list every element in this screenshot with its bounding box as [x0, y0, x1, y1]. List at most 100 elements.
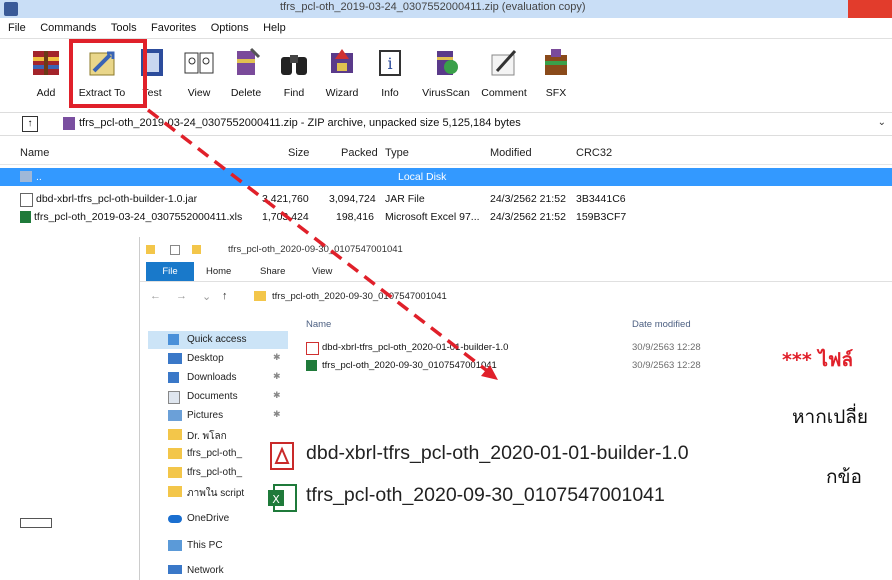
column-size[interactable]: Size — [288, 147, 309, 159]
star-icon — [168, 334, 179, 345]
table-row[interactable]: dbd-xbrl-tfrs_pcl-oth-builder-1.0.jar 3,… — [0, 190, 892, 208]
pin-icon[interactable]: ✱ — [273, 371, 281, 382]
pin-icon[interactable]: ✱ — [273, 390, 281, 401]
menu-file[interactable]: File — [0, 19, 31, 34]
delete-button[interactable]: Delete — [220, 45, 272, 99]
sfx-icon — [539, 45, 573, 79]
menu-commands[interactable]: Commands — [35, 19, 101, 34]
binoculars-icon — [277, 45, 311, 79]
pin-icon[interactable]: ✱ — [273, 352, 281, 363]
find-button[interactable]: Find — [268, 45, 320, 99]
pdf-file-icon — [270, 442, 294, 470]
zoomed-file-builder: dbd-xbrl-tfrs_pcl-oth_2020-01-01-builder… — [258, 440, 818, 472]
svg-text:X: X — [272, 493, 280, 506]
cloud-icon — [168, 515, 182, 523]
wizard-icon — [325, 45, 359, 79]
forward-icon[interactable]: → — [176, 290, 187, 302]
up-arrow-icon[interactable]: ↑ — [222, 290, 228, 302]
folder-icon — [168, 448, 182, 459]
explorer-path[interactable]: tfrs_pcl-oth_2020-09-30_0107547001041 — [272, 291, 447, 302]
menu-help[interactable]: Help — [258, 19, 291, 34]
computer-icon — [168, 540, 182, 551]
pin-icon[interactable]: ✱ — [273, 409, 281, 420]
menu-tools[interactable]: Tools — [106, 19, 142, 34]
chevron-down-icon[interactable]: ⌄ — [878, 117, 886, 128]
column-packed[interactable]: Packed — [341, 147, 378, 159]
title-bar: tfrs_pcl-oth_2019-03-24_0307552000411.zi… — [0, 0, 892, 18]
virusscan-button[interactable]: VirusScan — [420, 45, 472, 99]
menu-options[interactable]: Options — [206, 19, 254, 34]
nav-pictures[interactable]: Pictures ✱ — [148, 407, 288, 425]
network-icon — [168, 565, 182, 574]
nav-downloads[interactable]: Downloads ✱ — [148, 369, 288, 387]
winrar-app-icon[interactable] — [4, 2, 18, 16]
table-row[interactable]: tfrs_pcl-oth_2019-03-24_0307552000411.xl… — [0, 208, 892, 226]
download-arrow-icon — [168, 372, 179, 383]
address-bar: ↑ tfrs_pcl-oth_2019-03-24_0307552000411.… — [0, 112, 892, 136]
nav-documents[interactable]: Documents ✱ — [148, 388, 288, 406]
column-date-modified[interactable]: Date modified — [632, 319, 691, 330]
zoomed-file-xls: X tfrs_pcl-oth_2020-09-30_0107547001041 — [258, 482, 818, 514]
add-archive-icon — [29, 45, 63, 79]
tab-view[interactable]: View — [312, 266, 332, 277]
column-crc32[interactable]: CRC32 — [576, 147, 612, 159]
column-type[interactable]: Type — [385, 147, 409, 159]
svg-text:i: i — [387, 54, 392, 73]
tab-home[interactable]: Home — [206, 266, 231, 277]
nav-this-pc[interactable]: This PC — [148, 537, 288, 555]
comment-pen-icon — [487, 45, 521, 79]
quick-access-toolbar: tfrs_pcl-oth_2020-09-30_0107547001041 — [140, 240, 892, 260]
desktop-icon — [168, 353, 182, 364]
back-icon[interactable]: ← — [150, 290, 161, 302]
archive-path[interactable]: tfrs_pcl-oth_2019-03-24_0307552000411.zi… — [79, 117, 521, 129]
status-bar — [0, 512, 60, 532]
tab-share[interactable]: Share — [260, 266, 285, 277]
checkbox-icon[interactable] — [170, 245, 180, 255]
add-button[interactable]: Add — [20, 45, 72, 99]
explorer-nav-bar: ← → ⌄ ↑ tfrs_pcl-oth_2020-09-30_01075470… — [140, 287, 892, 307]
menu-favorites[interactable]: Favorites — [146, 19, 201, 34]
extract-to-highlight — [69, 39, 147, 108]
tab-file[interactable]: File — [146, 262, 194, 281]
nav-quick-access[interactable]: Quick access — [148, 331, 288, 349]
annotation-warning: *** ไฟล์ — [782, 349, 854, 371]
folder-icon — [168, 467, 182, 478]
nav-desktop[interactable]: Desktop ✱ — [148, 350, 288, 368]
column-name[interactable]: Name — [306, 319, 331, 330]
recent-chevron-icon[interactable]: ⌄ — [202, 290, 211, 303]
menu-bar: File Commands Tools Favorites Options He… — [0, 18, 892, 39]
close-button[interactable] — [848, 0, 892, 18]
excel-file-icon: X — [268, 484, 297, 512]
ribbon: File Home Share View — [140, 262, 892, 282]
comment-button[interactable]: Comment — [478, 45, 530, 99]
view-book-icon — [182, 45, 216, 79]
column-modified[interactable]: Modified — [490, 147, 532, 159]
documents-icon — [168, 391, 180, 404]
pdf-file-icon — [306, 342, 319, 355]
nav-network[interactable]: Network — [148, 562, 288, 580]
excel-file-icon — [306, 360, 317, 371]
folder-icon — [192, 245, 201, 254]
info-icon: i — [373, 45, 407, 79]
explorer-title: tfrs_pcl-oth_2020-09-30_0107547001041 — [228, 244, 403, 255]
drive-icon — [20, 171, 32, 182]
excel-file-icon — [20, 211, 31, 223]
wizard-button[interactable]: Wizard — [316, 45, 368, 99]
info-button[interactable]: i Info — [364, 45, 416, 99]
sfx-button[interactable]: SFX — [530, 45, 582, 99]
virus-scan-icon — [429, 45, 463, 79]
table-row[interactable]: .. Local Disk — [0, 168, 892, 186]
window-title: tfrs_pcl-oth_2019-03-24_0307552000411.zi… — [280, 1, 586, 13]
folder-icon — [254, 291, 266, 301]
folder-icon — [168, 429, 182, 440]
folder-icon — [168, 486, 182, 497]
folder-icon — [146, 245, 155, 254]
column-name[interactable]: Name — [20, 147, 49, 159]
annotation-line2: หากเปลี่ย — [792, 406, 869, 428]
up-folder-button[interactable]: ↑ — [22, 116, 38, 132]
delete-icon — [229, 45, 263, 79]
view-button[interactable]: View — [173, 45, 225, 99]
key-icon — [20, 518, 52, 528]
explorer-list-header: Name Date modified — [296, 316, 892, 334]
zip-archive-icon — [63, 117, 75, 130]
